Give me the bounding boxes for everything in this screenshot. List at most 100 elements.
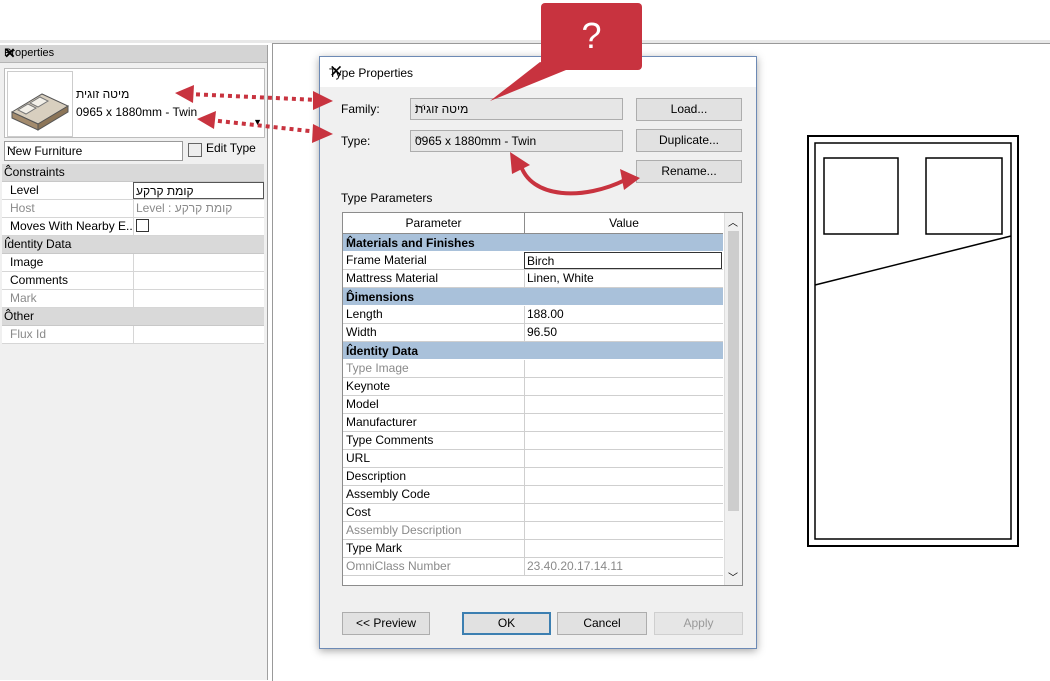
collapse-icon[interactable]: ⌃ bbox=[346, 343, 717, 354]
collapse-icon[interactable]: ⌃ bbox=[346, 289, 717, 300]
param-key: OmniClass Number bbox=[346, 559, 451, 573]
edit-type-icon bbox=[188, 143, 202, 157]
table-row[interactable]: Length 188.00 bbox=[343, 306, 723, 324]
param-key: Mattress Material bbox=[346, 271, 439, 285]
ok-button[interactable]: OK bbox=[462, 612, 551, 635]
table-row: Type Image bbox=[343, 360, 723, 378]
prop-value-cell[interactable] bbox=[133, 272, 264, 289]
param-value-cell[interactable] bbox=[524, 378, 723, 395]
prop-key: Mark bbox=[10, 291, 37, 305]
type-label: Type: bbox=[341, 134, 371, 148]
properties-palette: Properties ✕ מיטה זוגית 0965 x 1880mm - … bbox=[0, 45, 268, 680]
param-value-cell[interactable] bbox=[524, 396, 723, 413]
param-value-cell[interactable]: 96.50 bbox=[524, 324, 723, 341]
prop-row-mark: Mark bbox=[2, 290, 264, 308]
prop-value-cell: Level : קומת קרקע bbox=[133, 200, 264, 217]
prop-key: Moves With Nearby E... bbox=[10, 219, 132, 233]
param-value-cell bbox=[524, 522, 723, 539]
rename-button[interactable]: Rename... bbox=[636, 160, 742, 183]
frame-material-field[interactable]: Birch bbox=[524, 252, 722, 269]
prop-row-image[interactable]: Image bbox=[2, 254, 264, 272]
type-selector[interactable]: מיטה זוגית 0965 x 1880mm - Twin ▼ bbox=[4, 68, 265, 138]
collapse-icon[interactable]: ⌃ bbox=[4, 308, 259, 319]
param-value-cell[interactable]: 188.00 bbox=[524, 306, 723, 323]
group-identity-data[interactable]: Identity Data ⌃ bbox=[343, 342, 723, 360]
question-callout: ? bbox=[541, 3, 642, 70]
level-value-field[interactable]: קומת קרקע bbox=[133, 182, 264, 199]
family-dropdown[interactable]: מיטה זוגית ﹀ bbox=[410, 98, 623, 120]
table-row[interactable]: Mattress Material Linen, White bbox=[343, 270, 723, 288]
group-constraints[interactable]: Constraints ⌃ bbox=[2, 164, 264, 182]
table-row[interactable]: Assembly Code bbox=[343, 486, 723, 504]
edit-type-button[interactable]: Edit Type bbox=[186, 141, 264, 159]
param-value-cell[interactable] bbox=[524, 450, 723, 467]
param-value: Birch bbox=[527, 254, 555, 268]
prop-key: Flux Id bbox=[10, 327, 47, 341]
param-key: Manufacturer bbox=[346, 415, 417, 429]
group-other[interactable]: Other ⌃ bbox=[2, 308, 264, 326]
param-key: Keynote bbox=[346, 379, 391, 393]
table-row: Assembly Description bbox=[343, 522, 723, 540]
table-row[interactable]: Type Mark bbox=[343, 540, 723, 558]
type-parameters-label: Type Parameters bbox=[341, 191, 433, 205]
close-icon[interactable]: ✕ bbox=[4, 45, 262, 62]
param-value-cell[interactable] bbox=[524, 486, 723, 503]
param-key: Type Mark bbox=[346, 541, 403, 555]
caret-down-icon[interactable]: ▼ bbox=[253, 117, 262, 127]
group-identity-data[interactable]: Identity Data ⌃ bbox=[2, 236, 264, 254]
param-value-cell[interactable]: Linen, White bbox=[524, 270, 723, 287]
param-value-cell[interactable] bbox=[524, 414, 723, 431]
param-value-cell[interactable] bbox=[524, 540, 723, 557]
scroll-up-icon[interactable]: ︿ bbox=[728, 214, 738, 229]
param-value-cell[interactable] bbox=[524, 468, 723, 485]
group-materials[interactable]: Materials and Finishes ⌃ bbox=[343, 234, 723, 252]
table-row[interactable]: Keynote bbox=[343, 378, 723, 396]
moves-checkbox[interactable] bbox=[136, 219, 149, 232]
prop-value-cell bbox=[133, 326, 264, 343]
prop-key: Host bbox=[10, 201, 35, 215]
table-row[interactable]: Cost bbox=[343, 504, 723, 522]
table-row[interactable]: Type Comments bbox=[343, 432, 723, 450]
param-key: Frame Material bbox=[346, 253, 427, 267]
param-key: Cost bbox=[346, 505, 371, 519]
prop-value: קומת קרקע bbox=[136, 184, 194, 198]
question-mark-icon: ? bbox=[581, 15, 602, 56]
prop-row-level[interactable]: Level קומת קרקע bbox=[2, 182, 264, 200]
preview-button[interactable]: << Preview bbox=[342, 612, 430, 635]
cancel-button[interactable]: Cancel bbox=[557, 612, 647, 635]
table-row[interactable]: Frame Material Birch bbox=[343, 252, 723, 270]
prop-key: Comments bbox=[10, 273, 69, 287]
param-value-cell[interactable] bbox=[524, 432, 723, 449]
param-key: Description bbox=[346, 469, 407, 483]
param-value: 188.00 bbox=[527, 307, 564, 321]
prop-row-comments[interactable]: Comments bbox=[2, 272, 264, 290]
duplicate-button[interactable]: Duplicate... bbox=[636, 129, 742, 152]
table-row[interactable]: URL bbox=[343, 450, 723, 468]
group-dimensions[interactable]: Dimensions ⌃ bbox=[343, 288, 723, 306]
apply-button[interactable]: Apply bbox=[654, 612, 743, 635]
properties-grid: Constraints ⌃ Level קומת קרקע Host Level : … bbox=[2, 164, 264, 344]
prop-value-cell[interactable] bbox=[133, 254, 264, 271]
collapse-icon[interactable]: ⌃ bbox=[4, 164, 259, 175]
param-value-cell[interactable] bbox=[524, 504, 723, 521]
param-key: Model bbox=[346, 397, 379, 411]
collapse-icon[interactable]: ⌃ bbox=[346, 235, 717, 246]
load-button[interactable]: Load... bbox=[636, 98, 742, 121]
properties-titlebar: Properties ✕ bbox=[0, 45, 267, 63]
scroll-thumb[interactable] bbox=[728, 231, 739, 511]
chevron-down-icon: ﹀ bbox=[7, 147, 17, 158]
param-key: URL bbox=[346, 451, 371, 465]
close-icon[interactable]: ✕ bbox=[329, 62, 747, 82]
table-row[interactable]: Manufacturer bbox=[343, 414, 723, 432]
table-row: OmniClass Number 23.40.20.17.14.11 bbox=[343, 558, 723, 576]
instance-filter-dropdown[interactable]: New Furniture ﹀ bbox=[4, 141, 183, 161]
table-row[interactable]: Description bbox=[343, 468, 723, 486]
collapse-icon[interactable]: ⌃ bbox=[4, 236, 259, 247]
vertical-scrollbar[interactable]: ︿ ﹀ bbox=[724, 213, 742, 585]
table-row[interactable]: Width 96.50 bbox=[343, 324, 723, 342]
prop-key: Level bbox=[10, 183, 39, 197]
type-dropdown[interactable]: 0965 x 1880mm - Twin ﹀ bbox=[410, 130, 623, 152]
scroll-down-icon[interactable]: ﹀ bbox=[728, 569, 738, 584]
table-row[interactable]: Model bbox=[343, 396, 723, 414]
param-value: 96.50 bbox=[527, 325, 558, 339]
